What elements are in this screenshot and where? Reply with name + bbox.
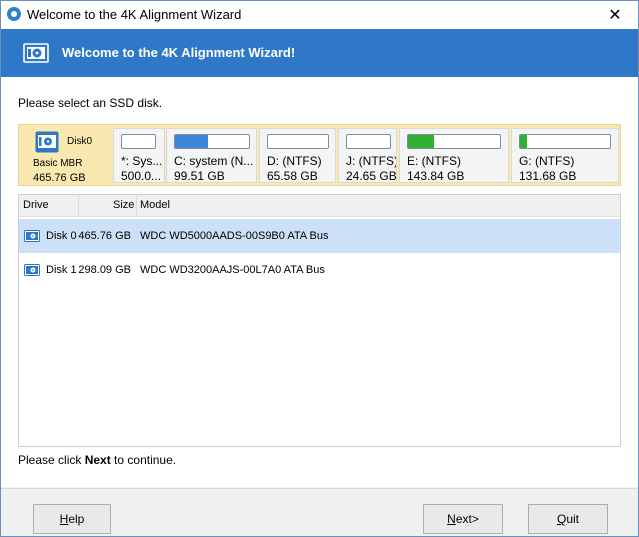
partition-block[interactable]: *: Sys... 500.0... bbox=[113, 128, 165, 183]
quit-accelerator: Q bbox=[556, 512, 567, 526]
partition-name: J: (NTFS) bbox=[346, 154, 397, 168]
partition-usage-bar bbox=[346, 134, 391, 149]
partition-usage-bar bbox=[267, 134, 329, 149]
partition-usage-fill bbox=[408, 135, 434, 148]
next-label: ext> bbox=[455, 512, 479, 526]
row-model: WDC WD3200AAJS-00L7A0 ATA Bus bbox=[140, 264, 325, 276]
partition-usage-bar bbox=[121, 134, 156, 149]
banner-title: Welcome to the 4K Alignment Wizard! bbox=[62, 45, 296, 60]
partition-block[interactable]: J: (NTFS) 24.65 GB bbox=[338, 128, 397, 183]
hard-disk-icon bbox=[35, 131, 59, 153]
partition-size: 99.51 GB bbox=[174, 169, 225, 183]
disk-name: Disk0 bbox=[67, 136, 93, 147]
partition-usage-fill bbox=[175, 135, 209, 148]
quit-button[interactable]: Quit bbox=[528, 504, 608, 534]
partition-block[interactable]: E: (NTFS) 143.84 GB bbox=[399, 128, 509, 183]
table-row[interactable]: Disk 0 465.76 GB WDC WD5000AADS-00S9B0 A… bbox=[19, 219, 620, 253]
table-row[interactable]: Disk 1 298.09 GB WDC WD3200AAJS-00L7A0 A… bbox=[19, 253, 620, 287]
quit-label: uit bbox=[566, 512, 580, 526]
continue-hint: Please click Next to continue. bbox=[18, 453, 176, 467]
partition-usage-fill bbox=[520, 135, 528, 148]
disk-drive-icon bbox=[23, 43, 49, 63]
next-button[interactable]: Next> bbox=[423, 504, 503, 534]
close-button[interactable]: ✕ bbox=[592, 1, 638, 29]
title-bar: Welcome to the 4K Alignment Wizard ✕ bbox=[1, 1, 638, 29]
partition-block[interactable]: D: (NTFS) 65.58 GB bbox=[259, 128, 336, 183]
partition-size: 65.58 GB bbox=[267, 169, 318, 183]
next-accelerator: N bbox=[447, 512, 456, 526]
table-header: Drive Size Model bbox=[19, 195, 620, 217]
hard-disk-icon bbox=[24, 230, 40, 242]
row-drive: Disk 0 bbox=[46, 230, 77, 242]
help-label: elp bbox=[68, 512, 85, 526]
row-size: 298.09 GB bbox=[78, 264, 131, 276]
partition-name: D: (NTFS) bbox=[267, 154, 322, 168]
hard-disk-icon bbox=[24, 264, 40, 276]
column-header-size[interactable]: Size bbox=[113, 199, 134, 211]
partition-size: 143.84 GB bbox=[407, 169, 465, 183]
window-title: Welcome to the 4K Alignment Wizard bbox=[27, 7, 242, 22]
partition-size: 500.0... bbox=[121, 169, 162, 183]
partition-block[interactable]: C: system (N... 99.51 GB bbox=[166, 128, 257, 183]
disk-map: Disk0 Basic MBR 465.76 GB *: Sys... 500.… bbox=[18, 124, 621, 186]
partition-name: G: (NTFS) bbox=[519, 154, 575, 168]
button-bar: Help Next> Quit bbox=[1, 488, 638, 536]
wizard-window: Welcome to the 4K Alignment Wizard ✕ Wel… bbox=[0, 0, 639, 537]
row-drive: Disk 1 bbox=[46, 264, 77, 276]
partition-block[interactable]: G: (NTFS) 131.68 GB bbox=[511, 128, 619, 183]
partition-name: E: (NTFS) bbox=[407, 154, 461, 168]
partition-size: 24.65 GB bbox=[346, 169, 397, 183]
row-model: WDC WD5000AADS-00S9B0 ATA Bus bbox=[140, 230, 329, 242]
partition-usage-bar bbox=[519, 134, 611, 149]
hint-suffix: to continue. bbox=[110, 453, 177, 467]
disk-type: Basic MBR bbox=[33, 158, 83, 169]
column-divider[interactable] bbox=[78, 195, 79, 217]
disk-map-disk-label[interactable]: Disk0 Basic MBR 465.76 GB bbox=[23, 129, 111, 184]
partition-usage-bar bbox=[174, 134, 250, 149]
partition-name: C: system (N... bbox=[174, 154, 254, 168]
help-accelerator: H bbox=[59, 512, 69, 526]
row-size: 465.76 GB bbox=[78, 230, 131, 242]
disk-size: 465.76 GB bbox=[33, 172, 86, 184]
column-header-drive[interactable]: Drive bbox=[23, 199, 49, 211]
disk-table: Drive Size Model Disk 0 465.76 GB WDC WD… bbox=[18, 194, 621, 447]
app-disc-icon bbox=[7, 7, 21, 21]
column-divider[interactable] bbox=[136, 195, 137, 217]
wizard-content: Please select an SSD disk. Disk0 Basic M… bbox=[1, 77, 638, 487]
partition-usage-bar bbox=[407, 134, 501, 149]
hint-next-word: Next bbox=[84, 453, 111, 467]
partition-name: *: Sys... bbox=[121, 154, 163, 168]
help-button[interactable]: Help bbox=[33, 504, 111, 534]
partition-size: 131.68 GB bbox=[519, 169, 577, 183]
wizard-banner: Welcome to the 4K Alignment Wizard! bbox=[1, 29, 638, 77]
column-header-model[interactable]: Model bbox=[140, 199, 170, 211]
hint-prefix: Please click bbox=[18, 453, 85, 467]
select-prompt: Please select an SSD disk. bbox=[18, 96, 163, 110]
